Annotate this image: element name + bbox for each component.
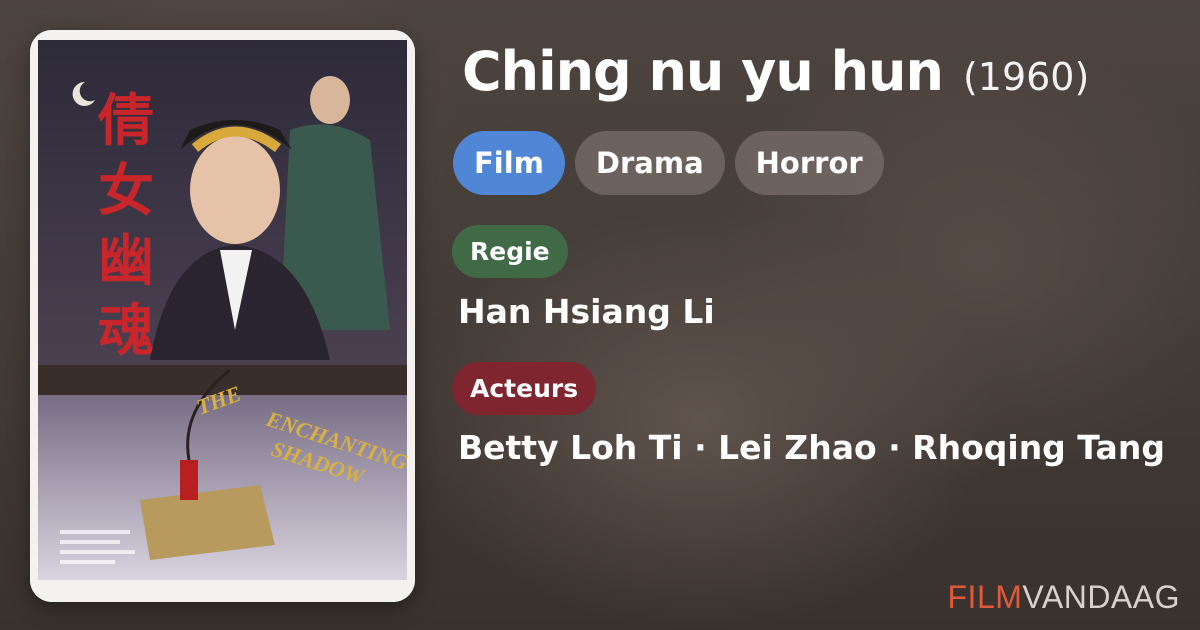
director-name: Han Hsiang Li (458, 292, 715, 331)
svg-text:倩: 倩 (97, 88, 154, 154)
movie-poster[interactable]: 倩 女 幽 魂 THE ENCHANTING SHADOW (30, 30, 415, 602)
tag-film[interactable]: Film (453, 131, 565, 195)
svg-text:女: 女 (98, 158, 154, 224)
svg-text:幽: 幽 (98, 228, 154, 294)
cast-list: Betty Loh Ti · Lei Zhao · Rhoqing Tang (458, 428, 1165, 467)
brand-logo-part2: VANDAAG (1022, 579, 1180, 615)
title-row: Ching nu yu hun (1960) (462, 40, 1182, 103)
tag-drama[interactable]: Drama (574, 131, 725, 195)
director-label: Regie (452, 225, 568, 278)
svg-text:魂: 魂 (98, 298, 154, 364)
movie-title: Ching nu yu hun (462, 40, 944, 103)
genre-tags: Film Drama Horror (453, 131, 884, 195)
cast-label: Acteurs (452, 362, 597, 415)
brand-logo: FILMVANDAAG (948, 579, 1181, 616)
tag-horror[interactable]: Horror (734, 131, 884, 195)
movie-year: (1960) (962, 55, 1090, 99)
brand-logo-part1: FILM (947, 579, 1023, 615)
poster-artwork: 倩 女 幽 魂 THE ENCHANTING SHADOW (30, 30, 415, 602)
